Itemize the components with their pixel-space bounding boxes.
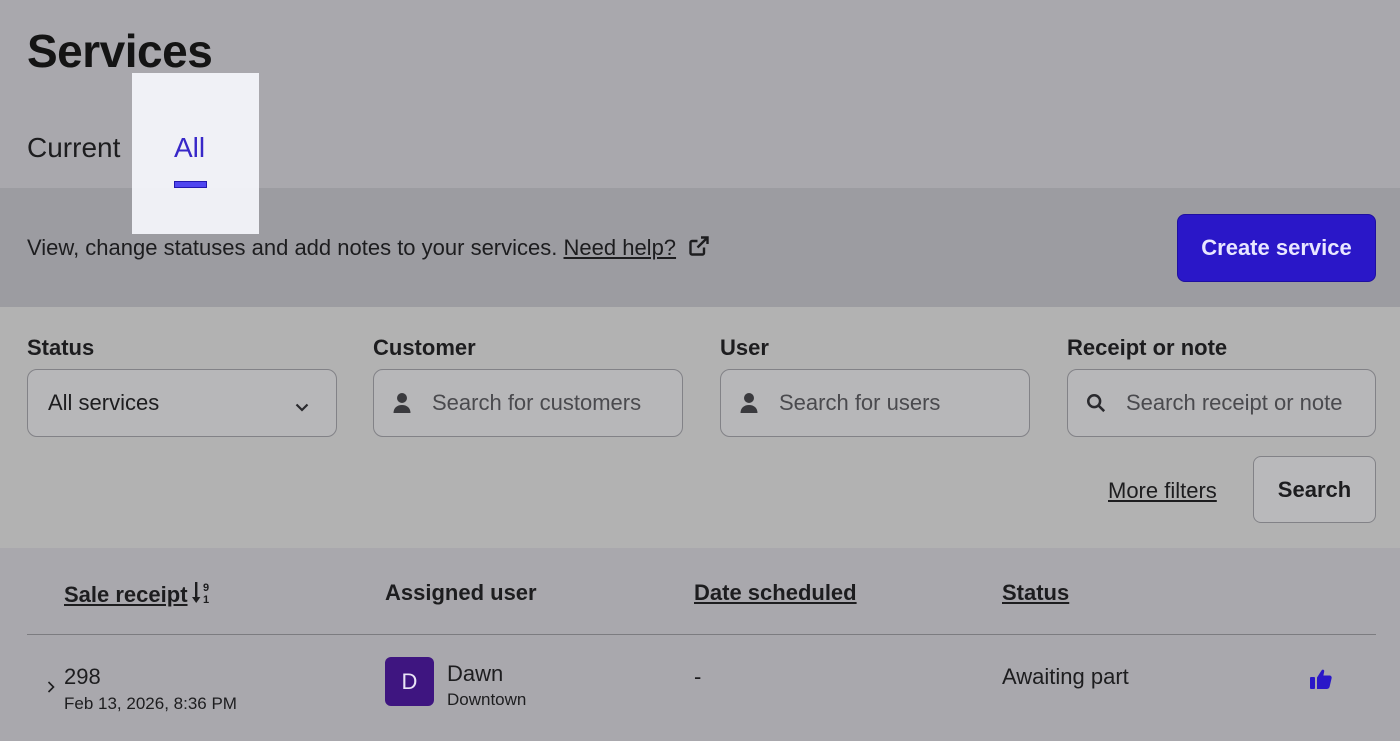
date-scheduled-value: - [694, 664, 702, 689]
column-date-scheduled[interactable]: Date scheduled [694, 580, 857, 606]
tab-all[interactable]: All [174, 132, 205, 164]
assigned-user-location: Downtown [447, 690, 527, 709]
chevron-down-icon [294, 395, 310, 421]
create-service-button[interactable]: Create service [1177, 214, 1376, 282]
svg-text:1: 1 [203, 594, 209, 606]
user-filter-label: User [720, 335, 769, 360]
filters-panel: Status All services Customer Search for … [0, 307, 1400, 548]
search-button[interactable]: Search [1253, 456, 1376, 523]
column-sale-receipt-label: Sale receipt [64, 582, 188, 607]
page-title: Services [27, 25, 213, 77]
avatar: D [385, 657, 434, 706]
customer-filter-label: Customer [373, 335, 476, 360]
assigned-user-name: Dawn [447, 661, 504, 686]
user-search-placeholder: Search for users [779, 390, 941, 415]
search-icon [1086, 392, 1106, 414]
status-select[interactable]: All services [27, 369, 337, 437]
sort-descending-icon[interactable]: 9 1 [191, 580, 214, 612]
person-icon [392, 392, 412, 414]
customer-search-input[interactable]: Search for customers [373, 369, 683, 437]
person-icon [739, 392, 759, 414]
status-filter-label: Status [27, 335, 95, 360]
tab-current[interactable]: Current [27, 132, 120, 164]
chevron-right-icon[interactable] [46, 680, 56, 699]
table-header-divider [27, 634, 1376, 635]
receipt-filter-label: Receipt or note [1067, 335, 1228, 360]
services-table: Sale receipt 9 1 Assigned user Date sche… [0, 548, 1400, 741]
customer-search-placeholder: Search for customers [432, 390, 642, 415]
status-select-value: All services [48, 390, 160, 415]
column-assigned-user: Assigned user [385, 580, 537, 605]
status-value: Awaiting part [1002, 664, 1129, 689]
active-tab-indicator [174, 181, 207, 188]
thumbs-up-icon[interactable] [1309, 668, 1333, 695]
column-sale-receipt[interactable]: Sale receipt 9 1 [64, 580, 214, 612]
external-link-icon[interactable] [688, 235, 710, 263]
receipt-number: 298 [64, 664, 101, 689]
info-description: View, change statuses and add notes to y… [27, 235, 710, 263]
more-filters-link[interactable]: More filters [1108, 478, 1217, 504]
receipt-search-input[interactable]: Search receipt or note [1067, 369, 1376, 437]
svg-text:9: 9 [203, 582, 209, 594]
column-status[interactable]: Status [1002, 580, 1069, 606]
need-help-link[interactable]: Need help? [564, 235, 677, 260]
receipt-search-placeholder: Search receipt or note [1126, 390, 1343, 415]
user-search-input[interactable]: Search for users [720, 369, 1030, 437]
info-description-text: View, change statuses and add notes to y… [27, 235, 558, 260]
receipt-date: Feb 13, 2026, 8:36 PM [64, 694, 237, 713]
